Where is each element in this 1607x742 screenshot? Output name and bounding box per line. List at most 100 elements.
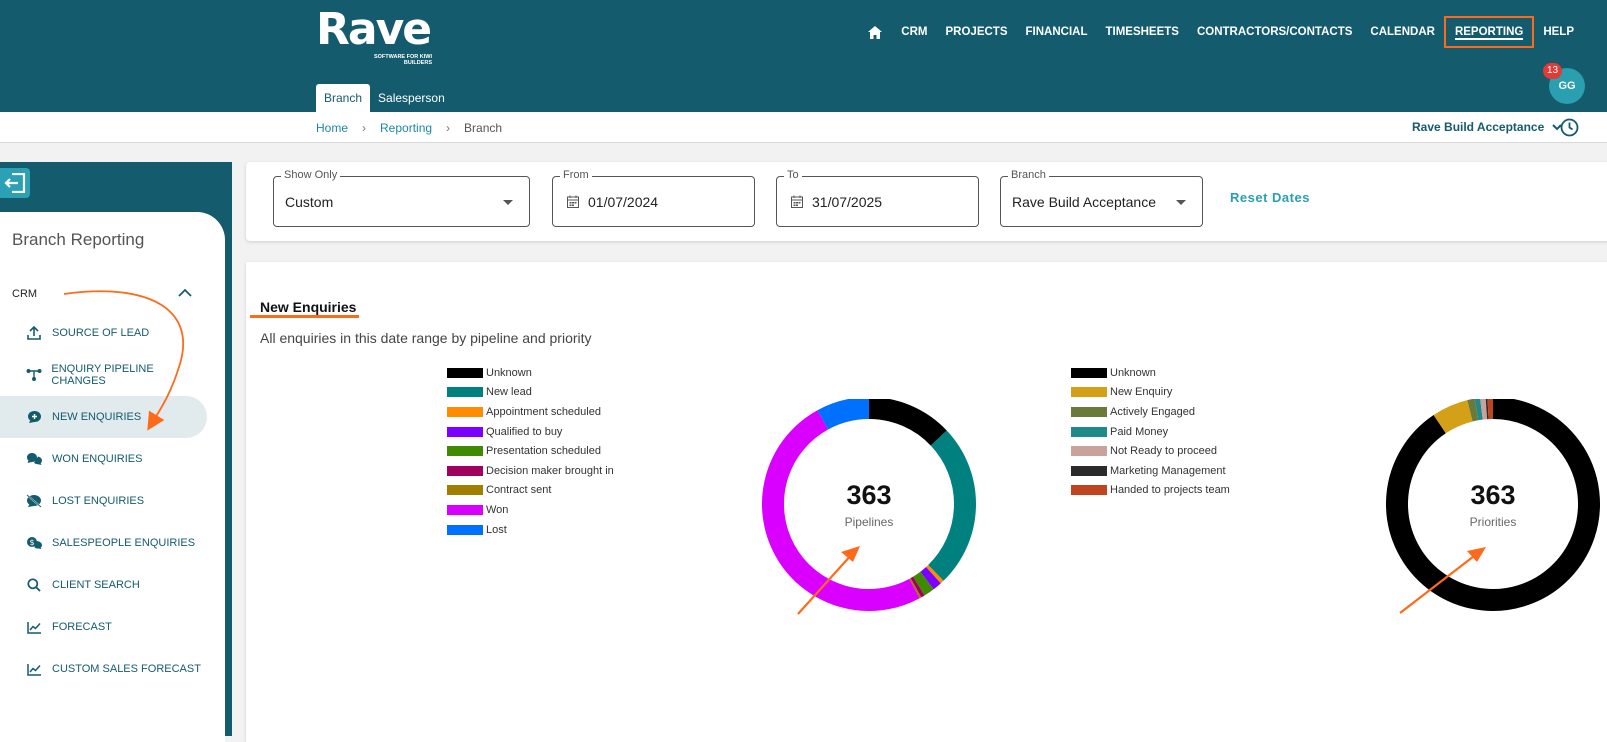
donut-slice-contract-sent[interactable] <box>914 588 915 589</box>
report-subtitle: All enquiries in this date range by pipe… <box>260 330 592 346</box>
breadcrumb: Home › Reporting › Branch <box>316 121 502 135</box>
legend-entry-not-ready-to-proceed[interactable]: Not Ready to proceed <box>1071 441 1230 461</box>
legend-entry-new-lead[interactable]: New lead <box>447 383 614 403</box>
nav-projects[interactable]: PROJECTS <box>937 16 1017 48</box>
donut-slice-qualified-to-buy[interactable] <box>927 575 933 580</box>
report-card: New Enquiries All enquiries in this date… <box>246 262 1607 742</box>
legend-entry-decision-maker-brought-in[interactable]: Decision maker brought in <box>447 461 614 481</box>
legend-entry-handed-to-projects-team[interactable]: Handed to projects team <box>1071 481 1230 501</box>
legend-label: Qualified to buy <box>486 426 562 438</box>
legend-entry-presentation-scheduled[interactable]: Presentation scheduled <box>447 441 614 461</box>
company-selector[interactable]: Rave Build Acceptance <box>1412 120 1562 134</box>
donut-slice-presentation-scheduled[interactable] <box>919 580 927 586</box>
calendar-icon <box>567 195 579 213</box>
priorities-total: 363 <box>1413 480 1573 511</box>
legend-swatch <box>1071 466 1107 476</box>
sidebar-item-salespeople-enquiries[interactable]: $ SALESPEOPLE ENQUIRIES <box>0 522 207 564</box>
nav-contractors-contacts[interactable]: CONTRACTORS/CONTACTS <box>1188 16 1361 48</box>
history-clock-icon[interactable] <box>1560 118 1579 142</box>
sidebar-item-lost-enquiries[interactable]: LOST ENQUIRIES <box>0 480 207 522</box>
legend-swatch <box>447 446 483 456</box>
chevron-up-icon[interactable] <box>178 284 192 302</box>
legend-entry-unknown[interactable]: Unknown <box>447 363 614 383</box>
search-icon <box>22 578 46 592</box>
breadcrumb-home[interactable]: Home <box>316 121 348 135</box>
breadcrumb-reporting[interactable]: Reporting <box>380 121 432 135</box>
tab-branch[interactable]: Branch <box>316 84 370 112</box>
to-date-field[interactable]: To 31/07/2025 <box>776 176 979 227</box>
donut-slice-new-enquiry[interactable] <box>1440 411 1470 424</box>
legend-label: Appointment scheduled <box>486 406 601 418</box>
nav-crm[interactable]: CRM <box>892 16 936 48</box>
donut-slice-lost[interactable] <box>823 408 869 420</box>
sidebar-item-won-enquiries[interactable]: WON ENQUIRIES <box>0 438 207 480</box>
legend-label: New lead <box>486 386 532 398</box>
sidebar-item-label: SOURCE OF LEAD <box>52 327 149 339</box>
rave-logo[interactable]: Rave SOFTWARE FOR KIWI BUILDERS <box>316 8 430 52</box>
nav-reporting[interactable]: REPORTING <box>1444 16 1534 48</box>
to-date-label: To <box>784 169 802 181</box>
chat-off-icon <box>22 494 46 508</box>
home-icon[interactable] <box>858 16 892 48</box>
legend-entry-appointment-scheduled[interactable]: Appointment scheduled <box>447 402 614 422</box>
show-only-select[interactable]: Show Only Custom <box>273 176 530 227</box>
legend-entry-contract-sent[interactable]: Contract sent <box>447 481 614 501</box>
from-date-value: 01/07/2024 <box>588 194 658 210</box>
legend-entry-actively-engaged[interactable]: Actively Engaged <box>1071 402 1230 422</box>
donut-slice-unknown[interactable] <box>869 408 939 438</box>
legend-label: Marketing Management <box>1110 465 1226 477</box>
sidebar-panel: Branch Reporting CRM SOURCE OF LEAD ENQU… <box>0 212 225 742</box>
branch-select[interactable]: Branch Rave Build Acceptance <box>1000 176 1203 227</box>
legend-label: Presentation scheduled <box>486 445 601 457</box>
donut-slice-decision-maker-brought-in[interactable] <box>916 586 919 588</box>
dollar-chat-icon: $ <box>22 536 46 550</box>
sidebar-item-enquiry-pipeline-changes[interactable]: ENQUIRY PIPELINE CHANGES <box>0 354 207 396</box>
legend-label: Not Ready to proceed <box>1110 445 1217 457</box>
breadcrumb-separator: › <box>362 121 366 135</box>
legend-swatch <box>447 525 483 535</box>
notification-badge[interactable]: 13 <box>1543 63 1562 79</box>
calendar-icon <box>791 195 803 213</box>
sidebar-item-source-of-lead[interactable]: SOURCE OF LEAD <box>0 312 207 354</box>
collapse-sidebar-button[interactable] <box>0 168 30 198</box>
sidebar-item-custom-sales-forecast[interactable]: CUSTOM SALES FORECAST <box>0 648 207 690</box>
sidebar-item-label: ENQUIRY PIPELINE CHANGES <box>51 363 207 387</box>
reset-dates-button[interactable]: Reset Dates <box>1230 190 1310 205</box>
dropdown-arrow-icon <box>1176 200 1186 205</box>
legend-entry-qualified-to-buy[interactable]: Qualified to buy <box>447 422 614 442</box>
legend-label: Contract sent <box>486 484 551 496</box>
legend-entry-lost[interactable]: Lost <box>447 520 614 540</box>
tab-salesperson[interactable]: Salesperson <box>370 84 453 112</box>
legend-swatch <box>1071 427 1107 437</box>
legend-label: Lost <box>486 524 507 536</box>
legend-entry-unknown[interactable]: Unknown <box>1071 363 1230 383</box>
sidebar-item-new-enquiries[interactable]: NEW ENQUIRIES <box>0 396 207 438</box>
legend-entry-marketing-management[interactable]: Marketing Management <box>1071 461 1230 481</box>
sidebar-item-forecast[interactable]: FORECAST <box>0 606 207 648</box>
legend-entry-new-enquiry[interactable]: New Enquiry <box>1071 383 1230 403</box>
donut-slice-actively-engaged[interactable] <box>1470 409 1477 410</box>
legend-swatch <box>1071 387 1107 397</box>
pipelines-center-label: Pipelines <box>789 515 949 529</box>
sidebar-item-client-search[interactable]: CLIENT SEARCH <box>0 564 207 606</box>
nav-help[interactable]: HELP <box>1534 16 1583 48</box>
legend-swatch <box>1071 407 1107 417</box>
nav-calendar[interactable]: CALENDAR <box>1361 16 1444 48</box>
legend-entry-paid-money[interactable]: Paid Money <box>1071 422 1230 442</box>
legend-swatch <box>1071 368 1107 378</box>
sidebar-item-label: CUSTOM SALES FORECAST <box>52 663 201 675</box>
legend-swatch <box>447 485 483 495</box>
from-date-field[interactable]: From 01/07/2024 <box>552 176 755 227</box>
branch-value: Rave Build Acceptance <box>1012 194 1156 210</box>
top-header: Rave SOFTWARE FOR KIWI BUILDERS CRM PROJ… <box>0 0 1607 112</box>
nav-timesheets[interactable]: TIMESHEETS <box>1096 16 1187 48</box>
sidebar-section-crm[interactable]: CRM <box>12 288 37 300</box>
legend-entry-won[interactable]: Won <box>447 500 614 520</box>
donut-slice-paid-money[interactable] <box>1476 409 1481 410</box>
legend-swatch <box>447 368 483 378</box>
svg-text:$: $ <box>29 538 34 547</box>
donut-slice-appointment-scheduled[interactable] <box>933 573 935 575</box>
nav-financial[interactable]: FINANCIAL <box>1017 16 1097 48</box>
legend-label: Unknown <box>1110 367 1156 379</box>
nav-reporting-label: REPORTING <box>1455 26 1523 40</box>
